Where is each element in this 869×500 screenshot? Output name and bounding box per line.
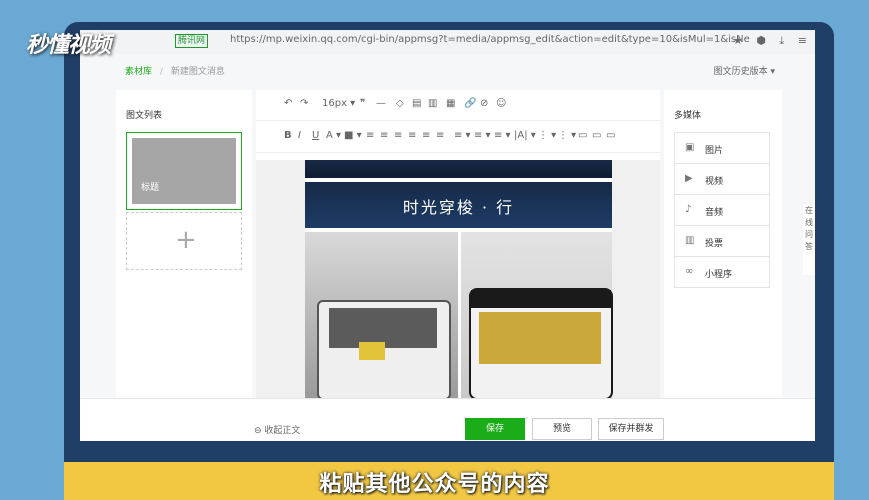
link-icon[interactable]: 🔗 [464,98,476,109]
bookmark-icon[interactable]: ★ [733,34,743,47]
article-list-title: 图文列表 [126,111,163,121]
breadcrumb-current: 新建图文消息 [170,67,225,77]
multimedia-panel: 多媒体 ▣ 图片 ▶ 视频 ♪ 音频 ▥ 投票 ∞ 小程序 [664,90,782,400]
poll-icon: ▥ [685,235,695,246]
media-item-label: 图片 [705,146,724,156]
browser-address-bar[interactable]: 腾讯网 https://mp.weixin.qq.com/cgi-bin/app… [80,30,815,55]
video-caption: 粘贴其他公众号的内容 [319,472,550,497]
miniprogram-icon: ∞ [685,266,694,277]
clear-format-icon[interactable]: ◇ [396,98,404,109]
editor-footer: ⊖ 收起正文 保存 预览 保存并群发 [80,398,815,441]
multimedia-title: 多媒体 [674,111,702,121]
download-icon[interactable]: ⤓ [779,34,784,47]
video-icon: ▶ [685,173,693,184]
breadcrumb: 素材库 / 新建图文消息 [125,64,225,77]
browser-toolbar-icons: ★ ⬢ ⤓ ≡ [723,34,807,48]
format-painter-icon[interactable]: ▤ [412,98,421,109]
online-help-tab[interactable]: 在线问答 [803,205,815,275]
plus-icon: + [175,225,197,255]
divider-icon[interactable]: — [376,98,386,109]
ordered-list-dropdown[interactable]: ⋮ ▾ [538,130,556,141]
save-and-send-button[interactable]: 保存并群发 [598,418,664,440]
secure-badge: 腾讯网 [175,34,209,48]
media-item-label: 音频 [705,208,724,218]
redo-icon[interactable]: ↷ [300,98,308,109]
media-item-audio[interactable]: ♪ 音频 [675,195,769,226]
toolbar-row-1: ↶ ↷ 16px ▾ ❞ — ◇ ▤ ▥ ▦ 🔗 ⊘ ☺ [256,90,660,121]
menu-icon[interactable]: ≡ [798,34,807,47]
float-left-icon[interactable]: ▭ [578,130,587,141]
quote-icon[interactable]: ❞ [360,98,365,109]
unordered-list-dropdown[interactable]: ⋮ ▾ [558,130,576,141]
bus-yellow-panel [359,342,385,360]
font-color-icon[interactable]: A ▾ [326,130,341,141]
underline-icon[interactable]: U [312,130,319,141]
rich-text-editor[interactable]: ↶ ↷ 16px ▾ ❞ — ◇ ▤ ▥ ▦ 🔗 ⊘ ☺ B I U A ▾ ■… [256,90,660,400]
paragraph-spacing-dropdown[interactable]: ≡ ▾ [474,130,491,141]
indent-icon[interactable]: ≡ [366,130,374,141]
align-center-icon[interactable]: ≡ [394,130,402,141]
letter-spacing-dropdown[interactable]: |A| ▾ [514,130,536,141]
old-bus-photo [305,232,458,400]
bus-windshield [479,312,601,364]
media-item-video[interactable]: ▶ 视频 [675,164,769,195]
audio-icon: ♪ [685,204,692,215]
article-card-title: 标题 [141,183,160,193]
url-field[interactable]: https://mp.weixin.qq.com/cgi-bin/appmsg?… [230,34,750,45]
media-item-label: 投票 [705,239,724,249]
italic-icon[interactable]: I [298,130,301,141]
align-left-icon[interactable]: ≡ [380,130,388,141]
float-none-icon[interactable]: ▭ [592,130,601,141]
new-bus-photo [461,232,613,400]
emoji-icon[interactable]: ☺ [496,98,506,109]
article-banner-image: 时光穿梭 · 行 [305,182,612,228]
background-color-icon[interactable]: ■ ▾ [344,130,362,141]
add-article-button[interactable]: + [126,212,242,270]
media-item-label: 视频 [705,177,724,187]
new-bus-image [469,288,613,400]
outdent-icon[interactable]: ≡ [436,130,444,141]
history-version-dropdown[interactable]: 图文历史版本 ▾ [714,64,775,77]
float-right-icon[interactable]: ▭ [606,130,615,141]
collapse-body-toggle[interactable]: ⊖ 收起正文 [254,423,300,436]
insert-template-icon[interactable]: ▥ [428,98,437,109]
media-item-miniprogram[interactable]: ∞ 小程序 [675,257,769,287]
starry-header-image [305,160,612,178]
spacing-after-dropdown[interactable]: ≡ ▾ [494,130,511,141]
watermark-logo: 秒懂视频 [26,33,111,58]
multimedia-list: ▣ 图片 ▶ 视频 ♪ 音频 ▥ 投票 ∞ 小程序 [674,132,770,288]
image-icon: ▣ [685,142,695,153]
undo-icon[interactable]: ↶ [284,98,292,109]
align-right-icon[interactable]: ≡ [408,130,416,141]
font-size-dropdown[interactable]: 16px ▾ [322,98,355,109]
breadcrumb-separator: / [159,67,163,77]
old-bus-image [317,300,451,400]
article-body[interactable]: 时光穿梭 · 行 [305,160,613,400]
article-card[interactable]: 标题 [126,132,242,210]
bold-icon[interactable]: B [284,130,292,141]
breadcrumb-library-link[interactable]: 素材库 [125,67,152,77]
article-list-panel: 图文列表 标题 + [116,90,252,400]
editor-page: 素材库 / 新建图文消息 图文历史版本 ▾ 图文列表 标题 + ↶ ↷ 16px… [80,54,815,440]
unlink-icon[interactable]: ⊘ [480,98,488,109]
toolbar-row-2: B I U A ▾ ■ ▾ ≡ ≡ ≡ ≡ ≡ ≡ ≡ ▾ ≡ ▾ ≡ ▾ |A… [256,122,660,153]
table-icon[interactable]: ▦ [446,98,455,109]
bus-roof [471,290,611,308]
preview-button[interactable]: 预览 [532,418,592,440]
media-item-poll[interactable]: ▥ 投票 [675,226,769,257]
align-justify-icon[interactable]: ≡ [422,130,430,141]
collapse-label: 收起正文 [264,426,301,436]
media-item-label: 小程序 [705,270,733,280]
line-height-dropdown[interactable]: ≡ ▾ [454,130,471,141]
media-item-image[interactable]: ▣ 图片 [675,133,769,164]
extension-icon[interactable]: ⬢ [756,34,766,47]
save-button[interactable]: 保存 [465,418,525,440]
article-thumbnail [132,138,236,204]
editor-canvas[interactable]: 时光穿梭 · 行 [256,160,660,400]
banner-text: 时光穿梭 · 行 [402,198,515,217]
